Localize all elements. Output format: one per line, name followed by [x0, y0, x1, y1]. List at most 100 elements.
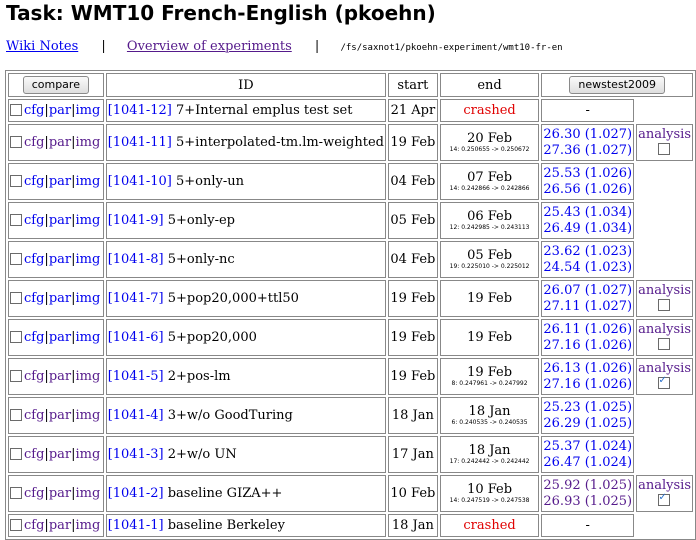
par-link[interactable]: par: [49, 213, 71, 228]
score-link[interactable]: 26.29 (1.025): [543, 416, 632, 432]
cfg-link[interactable]: cfg: [24, 213, 44, 228]
run-id-link[interactable]: [1041-6]: [108, 330, 164, 345]
par-link[interactable]: par: [49, 330, 71, 345]
compare-button[interactable]: compare: [22, 76, 89, 94]
analysis-checkbox[interactable]: [657, 492, 670, 506]
cfg-link[interactable]: cfg: [24, 330, 44, 345]
score-link[interactable]: 23.62 (1.023): [543, 244, 632, 260]
score-link[interactable]: 25.23 (1.025): [543, 400, 632, 416]
run-id-link[interactable]: [1041-4]: [108, 408, 164, 423]
newstest2009-button[interactable]: newstest2009: [569, 76, 665, 94]
score-link[interactable]: 25.92 (1.025): [543, 478, 632, 494]
par-link[interactable]: par: [49, 518, 71, 533]
img-link[interactable]: img: [76, 369, 101, 384]
compare-checkbox[interactable]: [10, 408, 22, 421]
score-link[interactable]: 25.53 (1.026): [543, 166, 632, 182]
analysis-link[interactable]: analysis: [638, 128, 691, 142]
score-link[interactable]: 26.13 (1.026): [543, 361, 632, 377]
compare-checkbox[interactable]: [10, 174, 22, 187]
img-link[interactable]: img: [76, 103, 101, 118]
id-cell: [1041-9] 5+only-ep: [105, 202, 386, 239]
cfg-link[interactable]: cfg: [24, 447, 44, 462]
wiki-notes-link[interactable]: Wiki Notes: [6, 39, 78, 54]
analysis-link[interactable]: analysis: [638, 323, 691, 337]
compare-checkbox[interactable]: [10, 252, 22, 265]
score-link[interactable]: 26.56 (1.026): [543, 182, 632, 198]
score-link[interactable]: 27.36 (1.027): [543, 143, 632, 159]
par-link[interactable]: par: [49, 291, 71, 306]
end-date: 19 Feb: [467, 365, 513, 380]
score-link[interactable]: 27.16 (1.026): [543, 377, 632, 393]
cfg-link[interactable]: cfg: [24, 174, 44, 189]
img-link[interactable]: img: [76, 486, 101, 501]
score-link[interactable]: 26.07 (1.027): [543, 283, 632, 299]
cfg-link[interactable]: cfg: [24, 369, 44, 384]
img-link[interactable]: img: [76, 135, 101, 150]
run-id-link[interactable]: [1041-8]: [108, 252, 164, 267]
img-link[interactable]: img: [76, 213, 101, 228]
analysis-checkbox[interactable]: [657, 375, 670, 389]
run-id-link[interactable]: [1041-5]: [108, 369, 164, 384]
score-link[interactable]: 25.43 (1.034): [543, 205, 632, 221]
par-link[interactable]: par: [49, 103, 71, 118]
score-link[interactable]: 27.16 (1.026): [543, 338, 632, 354]
par-link[interactable]: par: [49, 486, 71, 501]
compare-checkbox[interactable]: [10, 103, 22, 116]
score-link[interactable]: 24.54 (1.023): [543, 260, 632, 276]
compare-checkbox[interactable]: [10, 447, 22, 460]
id-cell: [1041-4] 3+w/o GoodTuring: [105, 397, 386, 434]
img-link[interactable]: img: [76, 174, 101, 189]
analysis-checkbox[interactable]: [657, 298, 670, 311]
par-link[interactable]: par: [49, 135, 71, 150]
img-link[interactable]: img: [76, 408, 101, 423]
analysis-checkbox[interactable]: [657, 337, 670, 350]
par-link[interactable]: par: [49, 252, 71, 267]
run-id-link[interactable]: [1041-3]: [108, 447, 164, 462]
img-link[interactable]: img: [76, 447, 101, 462]
compare-checkbox[interactable]: [10, 213, 22, 226]
analysis-link[interactable]: analysis: [638, 284, 691, 298]
img-link[interactable]: img: [76, 252, 101, 267]
cfg-link[interactable]: cfg: [24, 252, 44, 267]
img-link[interactable]: img: [76, 291, 101, 306]
run-id-link[interactable]: [1041-10]: [108, 174, 172, 189]
run-description: baseline GIZA++: [167, 486, 283, 501]
cfg-link[interactable]: cfg: [24, 291, 44, 306]
compare-checkbox[interactable]: [10, 330, 22, 343]
compare-checkbox[interactable]: [10, 486, 22, 499]
img-link[interactable]: img: [76, 518, 101, 533]
overview-link[interactable]: Overview of experiments: [127, 39, 292, 54]
compare-checkbox[interactable]: [10, 369, 22, 382]
score-link[interactable]: 27.11 (1.027): [543, 299, 632, 315]
analysis-checkbox[interactable]: [657, 142, 670, 155]
score-cell: 26.11 (1.026) 27.16 (1.026): [541, 319, 635, 356]
par-link[interactable]: par: [49, 369, 71, 384]
score-link[interactable]: 25.37 (1.024): [543, 439, 632, 455]
score-link[interactable]: 26.30 (1.027): [543, 127, 632, 143]
img-link[interactable]: img: [76, 330, 101, 345]
cfg-link[interactable]: cfg: [24, 135, 44, 150]
score-cell: -: [541, 99, 635, 122]
run-id-link[interactable]: [1041-1]: [108, 518, 164, 533]
score-link[interactable]: 26.93 (1.025): [543, 494, 632, 510]
run-id-link[interactable]: [1041-9]: [108, 213, 164, 228]
cfg-link[interactable]: cfg: [24, 518, 44, 533]
cfg-link[interactable]: cfg: [24, 103, 44, 118]
par-link[interactable]: par: [49, 447, 71, 462]
compare-checkbox[interactable]: [10, 518, 22, 531]
run-id-link[interactable]: [1041-2]: [108, 486, 164, 501]
score-link[interactable]: 26.11 (1.026): [543, 322, 632, 338]
run-id-link[interactable]: [1041-11]: [108, 135, 172, 150]
par-link[interactable]: par: [49, 408, 71, 423]
par-link[interactable]: par: [49, 174, 71, 189]
run-id-link[interactable]: [1041-7]: [108, 291, 164, 306]
score-link[interactable]: 26.47 (1.024): [543, 455, 632, 471]
score-link[interactable]: 26.49 (1.034): [543, 221, 632, 237]
compare-checkbox[interactable]: [10, 135, 22, 148]
end-cell: 19 Feb: [439, 280, 540, 317]
table-row: cfg|par|img [1041-3] 2+w/o UN 17 Jan 18 Jan…: [8, 436, 693, 473]
compare-checkbox[interactable]: [10, 291, 22, 304]
cfg-link[interactable]: cfg: [24, 486, 44, 501]
cfg-link[interactable]: cfg: [24, 408, 44, 423]
run-id-link[interactable]: [1041-12]: [108, 103, 172, 118]
